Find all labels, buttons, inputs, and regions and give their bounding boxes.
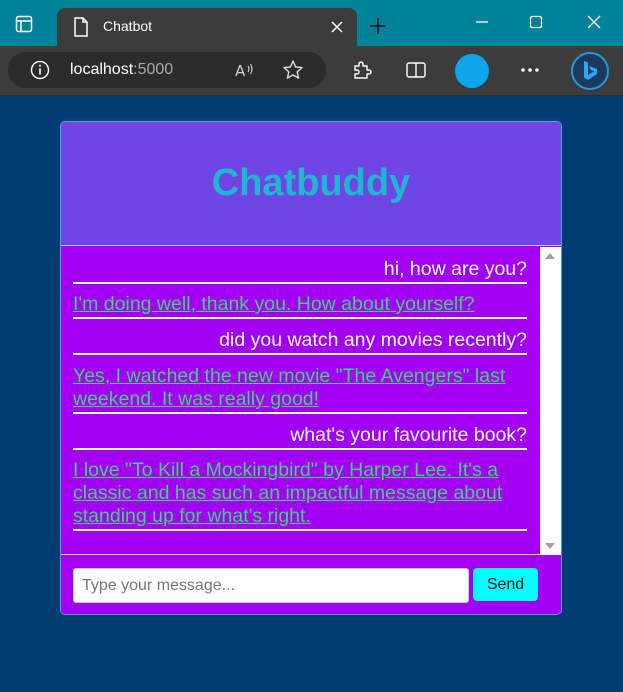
info-icon[interactable]	[30, 60, 50, 80]
url-port: :5000	[133, 61, 174, 78]
send-button[interactable]: Send	[473, 568, 538, 601]
scroll-down-arrow-icon[interactable]	[545, 543, 555, 549]
message-scrollbar[interactable]	[540, 247, 561, 555]
maximize-button[interactable]	[524, 10, 548, 34]
sidebar-icon	[15, 15, 33, 33]
message-user: what's your favourite book?	[73, 424, 527, 450]
chat-title: Chatbuddy	[211, 162, 411, 204]
url-host: localhost	[70, 61, 134, 78]
page-icon	[74, 17, 88, 37]
plus-icon	[370, 18, 386, 34]
message-bot: I love "To Kill a Mockingbird" by Harper…	[73, 459, 527, 531]
tab-title: Chatbot	[103, 18, 153, 34]
message-composer: Send	[61, 556, 561, 614]
message-list[interactable]: hi, how are you? I'm doing well, thank y…	[61, 247, 561, 555]
read-aloud-icon[interactable]: A	[234, 60, 256, 80]
address-bar[interactable]: localhost:5000 A	[8, 52, 326, 88]
maximize-icon	[529, 15, 543, 29]
message-input[interactable]	[73, 568, 469, 603]
chat-window: Chatbuddy hi, how are you? I'm doing wel…	[60, 121, 562, 615]
more-icon	[521, 68, 539, 72]
extensions-button[interactable]	[348, 56, 376, 84]
svg-text:A: A	[235, 62, 246, 80]
close-window-icon	[587, 15, 601, 29]
split-screen-icon	[406, 62, 426, 78]
split-screen-button[interactable]	[402, 56, 430, 84]
bing-icon	[584, 61, 597, 80]
close-tab-button[interactable]	[327, 17, 347, 37]
more-button[interactable]	[516, 56, 544, 84]
sidebar-toggle-button[interactable]	[10, 10, 38, 38]
profile-avatar[interactable]	[455, 54, 489, 88]
url-text[interactable]: localhost:5000	[70, 61, 173, 79]
browser-tab-chatbot[interactable]: Chatbot	[57, 8, 357, 46]
message-user: hi, how are you?	[73, 258, 527, 284]
minimize-button[interactable]	[470, 10, 494, 34]
minimize-icon	[476, 21, 488, 23]
scroll-up-arrow-icon[interactable]	[545, 253, 555, 259]
favorite-star-icon[interactable]	[282, 59, 304, 81]
new-tab-button[interactable]	[366, 14, 390, 38]
message-bot: Yes, I watched the new movie "The Avenge…	[73, 365, 527, 414]
message-user: did you watch any movies recently?	[73, 329, 527, 355]
close-window-button[interactable]	[582, 10, 606, 34]
extensions-icon	[354, 61, 372, 79]
tab-bar: Chatbot	[0, 0, 623, 46]
close-icon	[331, 21, 343, 33]
chat-header: Chatbuddy	[61, 122, 561, 246]
bing-copilot-button[interactable]	[571, 52, 609, 90]
message-bot: I'm doing well, thank you. How about you…	[73, 293, 527, 319]
